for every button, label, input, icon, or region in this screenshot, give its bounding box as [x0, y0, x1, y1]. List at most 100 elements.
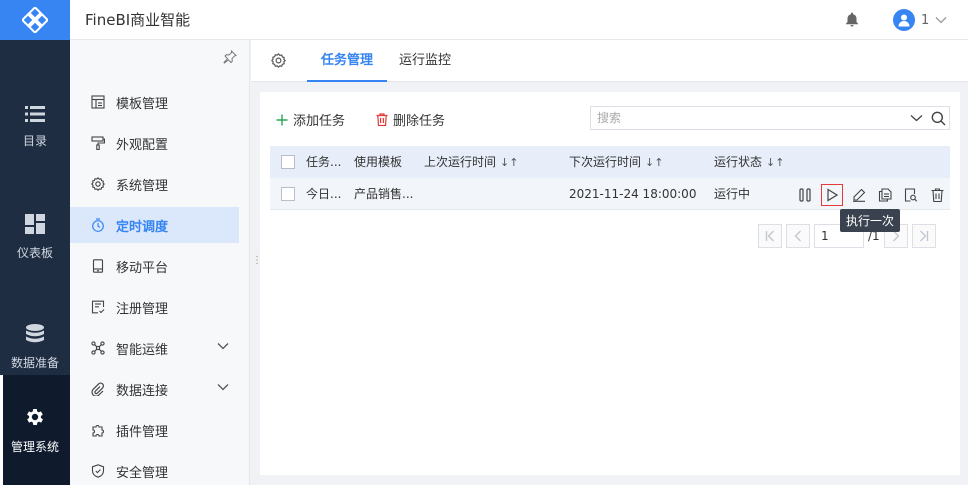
plus-icon: [276, 114, 288, 126]
column-header-label: 运行状态: [714, 155, 763, 169]
subnav-item-label: 插件管理: [116, 424, 169, 440]
rail-item-dashboard[interactable]: 仪表板: [0, 182, 70, 292]
mobile-icon: [90, 258, 106, 274]
delete-task-button[interactable]: 删除任务: [376, 110, 445, 129]
link-icon: [90, 381, 106, 397]
first-page-button[interactable]: [758, 224, 782, 248]
search-box: [590, 106, 950, 130]
chevron-down-icon: [935, 17, 947, 24]
rail-item-admin[interactable]: 管理系统: [0, 375, 70, 485]
column-header-task[interactable]: 任务...: [306, 146, 348, 178]
gear-icon: [271, 52, 287, 68]
settings-icon: [90, 176, 106, 192]
main-rail: 目录 仪表板 数据准备 管理系统: [0, 0, 70, 485]
register-icon: [90, 299, 106, 315]
subnav-item-plugins[interactable]: 插件管理: [70, 412, 239, 448]
rail-item-catalog[interactable]: 目录: [0, 72, 70, 182]
rail-item-label: 数据准备: [10, 355, 59, 370]
chevron-left-icon: [794, 230, 801, 242]
copy-button[interactable]: [875, 185, 895, 205]
list-icon: [25, 105, 45, 122]
subnav-item-schedule[interactable]: 定时调度: [70, 207, 239, 243]
delete-task-label: 删除任务: [393, 114, 446, 129]
subnav-item-registration[interactable]: 注册管理: [70, 289, 239, 325]
ops-icon: [90, 340, 106, 356]
run-once-button[interactable]: [821, 184, 843, 206]
copy-icon: [878, 188, 892, 202]
row-checkbox[interactable]: [281, 187, 295, 201]
paint-icon: [90, 135, 106, 151]
sort-icon[interactable]: ↓↑: [500, 156, 518, 169]
subnav-item-label: 注册管理: [116, 301, 169, 317]
column-header-status[interactable]: 运行状态 ↓↑: [714, 146, 804, 178]
subnav-item-label: 模板管理: [116, 96, 169, 112]
admin-subnav: 模板管理 外观配置 系统管理 定时调度 移动平台 注册管理 智能运维 数据连接 …: [70, 40, 250, 485]
tab-task-management[interactable]: 任务管理: [307, 40, 388, 82]
pause-button[interactable]: [795, 185, 815, 205]
rail-item-label: 目录: [22, 133, 47, 148]
cell-next-run: 2021-11-24 18:00:00: [569, 187, 697, 201]
add-task-button[interactable]: 添加任务: [276, 110, 345, 129]
play-icon: [827, 188, 838, 202]
tab-run-monitor[interactable]: 运行监控: [399, 40, 451, 82]
pin-button[interactable]: [223, 49, 237, 68]
last-page-icon: [919, 230, 928, 242]
run-once-tooltip: 执行一次: [840, 209, 901, 232]
chevron-down-icon: [217, 384, 229, 391]
subnav-item-label: 定时调度: [116, 219, 169, 235]
column-header-template[interactable]: 使用模板: [354, 146, 414, 178]
sort-icon[interactable]: ↓↑: [766, 156, 784, 169]
top-header: FineBI商业智能 1: [70, 0, 968, 40]
pause-icon: [799, 188, 811, 202]
chevron-down-icon: [910, 115, 922, 122]
cell-template: 产品销售...: [354, 187, 414, 201]
shield-icon: [90, 463, 106, 479]
edit-button[interactable]: [849, 185, 869, 205]
table-header: 任务... 使用模板 上次运行时间 ↓↑ 下次运行时间 ↓↑ 运行状态 ↓↑: [270, 146, 950, 178]
subnav-item-security[interactable]: 安全管理: [70, 453, 239, 485]
subnav-item-mobile[interactable]: 移动平台: [70, 248, 239, 284]
search-input[interactable]: [591, 107, 905, 129]
cell-status: 运行中: [714, 187, 751, 201]
subnav-item-system[interactable]: 系统管理: [70, 166, 239, 202]
column-header-next-run[interactable]: 下次运行时间 ↓↑: [569, 146, 679, 178]
last-page-button[interactable]: [911, 224, 936, 248]
subnav-item-data-connection[interactable]: 数据连接: [70, 371, 239, 407]
cell-last-run: [424, 178, 534, 210]
plugin-icon: [90, 422, 106, 438]
sort-icon[interactable]: ↓↑: [645, 156, 663, 169]
pencil-icon: [853, 188, 866, 202]
cell-task: 今日...: [306, 187, 342, 201]
tab-bar: 任务管理 运行监控: [251, 40, 968, 82]
timer-icon: [90, 217, 106, 233]
rail-item-label: 管理系统: [10, 439, 59, 454]
notification-bell[interactable]: [845, 12, 859, 31]
view-log-button[interactable]: [901, 185, 921, 205]
subnav-item-label: 智能运维: [116, 342, 169, 358]
subnav-item-templates[interactable]: 模板管理: [70, 84, 239, 120]
trash-icon: [376, 113, 388, 126]
select-all-checkbox[interactable]: [281, 155, 295, 169]
database-icon: [26, 323, 44, 342]
add-task-label: 添加任务: [293, 114, 346, 129]
task-panel: 添加任务 删除任务 任务... 使用模板 上次运行时间↓↑ 下次运行时间↓↑ 运…: [260, 92, 960, 475]
prev-page-button[interactable]: [786, 224, 810, 248]
table-row[interactable]: 今日... 产品销售... 2021-11-24 18:00:00 运行中: [270, 178, 950, 210]
delete-row-button[interactable]: [927, 185, 947, 205]
schedule-settings-button[interactable]: [271, 52, 287, 72]
app-logo[interactable]: [0, 0, 70, 40]
column-header-last-run[interactable]: 上次运行时间 ↓↑: [424, 146, 534, 178]
subnav-item-label: 数据连接: [116, 383, 169, 399]
search-icon: [931, 111, 945, 125]
task-table: 任务... 使用模板 上次运行时间 ↓↑ 下次运行时间 ↓↑ 运行状态 ↓↑ 今日..…: [270, 146, 950, 210]
subnav-item-ops[interactable]: 智能运维: [70, 330, 239, 366]
subnav-item-appearance[interactable]: 外观配置: [70, 125, 239, 161]
search-document-icon: [904, 188, 918, 202]
pin-icon: [223, 49, 237, 64]
subnav-item-label: 移动平台: [116, 260, 169, 276]
column-header-label: 上次运行时间: [424, 155, 497, 169]
subnav-item-label: 外观配置: [116, 137, 169, 153]
user-menu[interactable]: 1: [893, 9, 947, 31]
search-button[interactable]: [927, 111, 949, 126]
search-dropdown-toggle[interactable]: [905, 114, 927, 122]
